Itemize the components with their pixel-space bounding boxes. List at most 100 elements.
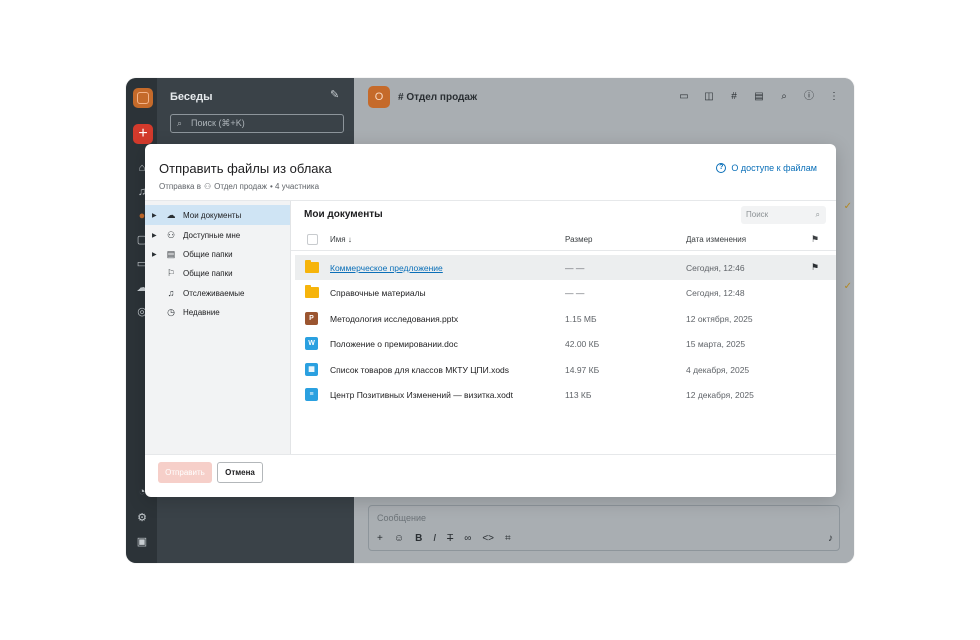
tree-item-recent[interactable]: ◷ Недавние — [145, 302, 290, 322]
workspace-logo[interactable] — [133, 88, 153, 108]
read-check-icon: ✓ — [843, 201, 852, 212]
tree-item-shared-with-me[interactable]: ▶ ⚇ Доступные мне — [145, 225, 290, 245]
table-row[interactable]: ≡ Центр Позитивных Изменений — визитка.x… — [295, 382, 836, 407]
threads-icon[interactable]: ◫ — [703, 91, 715, 103]
message-composer[interactable]: Сообщение + ☺ B I T ∞ <> ⌗ ♪ — [368, 505, 840, 551]
tree-item-label: Отслеживаемые — [183, 288, 245, 298]
files-title: Мои документы — [304, 209, 383, 220]
files-search-placeholder: Поиск — [746, 210, 769, 219]
question-icon: ? — [716, 163, 727, 173]
expand-arrow-icon[interactable]: ▶ — [152, 212, 162, 219]
video-call-icon[interactable]: ▭ — [678, 91, 690, 103]
italic-icon[interactable]: I — [433, 533, 436, 544]
cancel-button[interactable]: Отмена — [217, 462, 263, 483]
file-date: 15 марта, 2025 — [686, 339, 746, 349]
send-button[interactable]: Отправить — [158, 462, 212, 483]
cloud-icon: ☁ — [166, 209, 176, 220]
column-date[interactable]: Дата изменения — [686, 235, 746, 244]
add-icon[interactable]: + — [377, 533, 383, 544]
profile-icon[interactable]: ▣ — [136, 536, 148, 548]
sort-down-icon: ↓ — [347, 235, 352, 244]
comments-icon[interactable]: ▤ — [753, 91, 765, 103]
file-size: 113 КБ — [565, 390, 592, 400]
strikethrough-icon[interactable]: T — [447, 533, 453, 544]
file-size: 42.00 КБ — [565, 339, 600, 349]
file-date: Сегодня, 12:48 — [686, 288, 745, 298]
select-all-checkbox[interactable] — [307, 234, 318, 245]
more-icon[interactable]: ⋮ — [828, 91, 840, 103]
search-placeholder: Поиск (⌘+K) — [191, 118, 245, 128]
search-icon[interactable]: ⌕ — [778, 91, 790, 103]
snippet-icon[interactable]: ⌗ — [505, 533, 511, 544]
file-date: Сегодня, 12:46 — [686, 263, 745, 273]
tree-item-tracked[interactable]: ♫ Отслеживаемые — [145, 283, 290, 303]
expand-arrow-icon[interactable]: ▶ — [152, 232, 162, 239]
file-name[interactable]: Коммерческое предложение — [330, 263, 443, 273]
subtitle-members: • 4 участника — [270, 182, 320, 191]
channel-name: # Отдел продаж — [398, 91, 478, 103]
table-row[interactable]: Коммерческое предложение — — Сегодня, 12… — [295, 255, 836, 280]
bell-icon: ♫ — [167, 288, 175, 298]
code-icon[interactable]: <> — [482, 533, 494, 544]
flag-icon[interactable]: ⚑ — [811, 262, 819, 273]
divider — [145, 454, 836, 455]
bold-icon[interactable]: B — [415, 533, 422, 544]
tree-item-common-folders[interactable]: ▶ ▤ Общие папки — [145, 244, 290, 264]
text-file-icon: ≡ — [305, 388, 318, 401]
access-link-label: О доступе к файлам — [731, 163, 817, 173]
folder-icon — [305, 285, 319, 298]
file-size: 14.97 КБ — [565, 365, 600, 375]
file-list-panel: Мои документы Поиск ⌕ Имя ↓ Размер Дата … — [291, 201, 836, 454]
read-check-icon: ✓ — [843, 281, 852, 292]
tree-item-common-folders-flagged[interactable]: ⚐ Общие папки — [145, 263, 290, 283]
channel-avatar: О — [368, 86, 390, 108]
hashtag-icon[interactable]: # — [728, 91, 740, 103]
dialog-subtitle: Отправка в ⚇ Отдел продаж • 4 участника — [159, 182, 319, 191]
presentation-file-icon: P — [305, 312, 318, 325]
add-workspace-button[interactable]: + — [133, 124, 153, 144]
subtitle-prefix: Отправка в — [159, 182, 201, 191]
file-date: 4 декабря, 2025 — [686, 365, 750, 375]
emoji-icon[interactable]: ☺ — [394, 533, 404, 544]
file-name: Положение о премировании.doc — [330, 339, 458, 349]
settings-icon[interactable]: ⚙ — [136, 512, 148, 524]
link-icon[interactable]: ∞ — [464, 533, 471, 544]
table-row[interactable]: W Положение о премировании.doc 42.00 КБ … — [295, 331, 836, 356]
file-size: 1.15 МБ — [565, 314, 597, 324]
column-size[interactable]: Размер — [565, 235, 593, 244]
folder-icon — [305, 260, 319, 273]
table-row[interactable]: ▦ Список товаров для классов МКТУ ЦПИ.xo… — [295, 357, 836, 382]
clock-icon: ◷ — [167, 306, 175, 317]
file-name: Справочные материалы — [330, 288, 426, 298]
tree-item-label: Общие папки — [183, 249, 233, 259]
subtitle-target: Отдел продаж — [214, 182, 268, 191]
compose-icon[interactable]: ✎ — [330, 89, 342, 101]
info-icon[interactable]: ⓘ — [803, 91, 815, 103]
sidebar-title: Беседы — [170, 91, 213, 103]
microphone-icon[interactable]: ♪ — [828, 533, 833, 544]
file-name: Центр Позитивных Изменений — визитка.xod… — [330, 390, 513, 400]
dialog-title: Отправить файлы из облака — [159, 161, 332, 176]
table-header: Имя ↓ Размер Дата изменения ⚑ — [291, 229, 836, 251]
file-date: 12 октября, 2025 — [686, 314, 753, 324]
document-file-icon: W — [305, 337, 318, 350]
composer-toolbar: + ☺ B I T ∞ <> ⌗ — [377, 533, 511, 544]
search-icon: ⌕ — [815, 210, 820, 219]
table-row[interactable]: P Методология исследования.pptx 1.15 МБ … — [295, 306, 836, 331]
tree-item-label: Общие папки — [183, 268, 233, 278]
file-name: Методология исследования.pptx — [330, 314, 459, 324]
column-name[interactable]: Имя ↓ — [330, 235, 352, 244]
folder-tree: ▶ ☁ Мои документы ▶ ⚇ Доступные мне ▶ ▤ … — [145, 201, 291, 454]
expand-arrow-icon[interactable]: ▶ — [152, 251, 162, 258]
file-size: — — — [565, 263, 585, 273]
sidebar-search-input[interactable]: ⌕ Поиск (⌘+K) — [170, 114, 344, 133]
chat-header: О # Отдел продаж ▭ ◫ # ▤ ⌕ ⓘ ⋮ — [354, 78, 854, 116]
access-info-link[interactable]: ? О доступе к файлам — [716, 163, 817, 173]
search-icon: ⌕ — [177, 118, 183, 128]
table-row[interactable]: Справочные материалы — — Сегодня, 12:48 — [295, 280, 836, 305]
flag-icon: ⚐ — [166, 267, 176, 278]
flag-column-icon: ⚑ — [811, 234, 820, 244]
files-search-input[interactable]: Поиск ⌕ — [741, 206, 826, 224]
tree-item-my-documents[interactable]: ▶ ☁ Мои документы — [145, 205, 290, 225]
users-icon: ⚇ — [166, 229, 176, 240]
